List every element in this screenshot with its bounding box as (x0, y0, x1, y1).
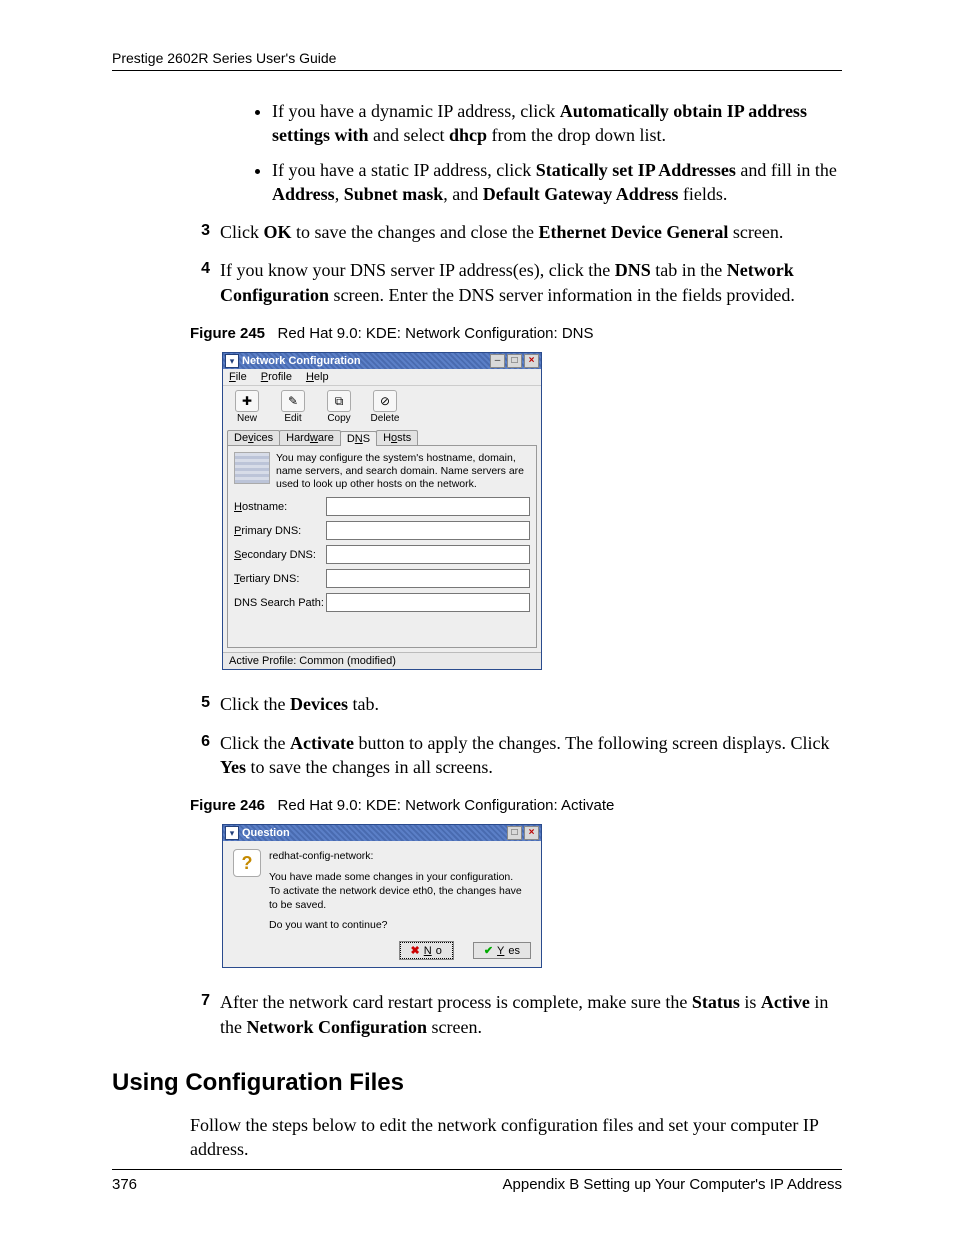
menu-profile[interactable]: Profile (261, 371, 292, 383)
minimize-button[interactable]: – (490, 354, 505, 368)
delete-icon: ⊘ (373, 390, 397, 412)
secondary-dns-input[interactable] (326, 545, 530, 564)
copy-icon: ⧉ (327, 390, 351, 412)
titlebar[interactable]: ▾ Question □ × (223, 825, 541, 841)
menu-help[interactable]: Help (306, 371, 329, 383)
step-7: 7 After the network card restart process… (190, 990, 842, 1039)
edit-button[interactable]: ✎Edit (275, 390, 311, 424)
step-6: 6 Click the Activate button to apply the… (190, 731, 842, 780)
primary-dns-label: Primary DNS: (234, 525, 326, 537)
search-path-input[interactable] (326, 593, 530, 612)
delete-button[interactable]: ⊘Delete (367, 390, 403, 424)
step-5: 5 Click the Devices tab. (190, 692, 842, 716)
window-title: Network Configuration (242, 355, 361, 367)
tab-content: You may configure the system's hostname,… (227, 445, 537, 648)
app-icon: ▾ (225, 354, 239, 368)
description-text: You may configure the system's hostname,… (276, 452, 530, 491)
edit-icon: ✎ (281, 390, 305, 412)
bullet-item: If you have a static IP address, click S… (272, 158, 842, 207)
question-dialog: ▾ Question □ × ? redhat-config-network: … (222, 824, 542, 968)
page-footer: 376 Appendix B Setting up Your Computer'… (112, 1169, 842, 1193)
copy-button[interactable]: ⧉Copy (321, 390, 357, 424)
hostname-input[interactable] (326, 497, 530, 516)
close-button[interactable]: × (524, 354, 539, 368)
app-icon: ▾ (225, 826, 239, 840)
footer-text: Appendix B Setting up Your Computer's IP… (503, 1176, 842, 1193)
bullet-list: If you have a dynamic IP address, click … (252, 99, 842, 206)
status-bar: Active Profile: Common (modified) (223, 652, 541, 669)
menu-bar: File Profile Help (223, 369, 541, 386)
step-4: 4 If you know your DNS server IP address… (190, 258, 842, 307)
section-heading: Using Configuration Files (112, 1069, 842, 1097)
yes-button[interactable]: ✔ Yes (473, 942, 531, 959)
secondary-dns-label: Secondary DNS: (234, 549, 326, 561)
tab-devices[interactable]: Devices (227, 430, 280, 445)
section-paragraph: Follow the steps below to edit the netwo… (190, 1113, 842, 1162)
new-icon: ✚ (235, 390, 259, 412)
menu-file[interactable]: File (229, 371, 247, 383)
new-button[interactable]: ✚New (229, 390, 265, 424)
close-button[interactable]: × (524, 826, 539, 840)
check-icon: ✔ (484, 944, 493, 957)
doc-header: Prestige 2602R Series User's Guide (112, 50, 842, 71)
primary-dns-input[interactable] (326, 521, 530, 540)
hostname-label: Hostname: (234, 501, 326, 513)
dialog-text: redhat-config-network: You have made som… (269, 849, 531, 932)
tertiary-dns-label: Tertiary DNS: (234, 573, 326, 585)
toolbar: ✚New ✎Edit ⧉Copy ⊘Delete (223, 386, 541, 426)
bullet-item: If you have a dynamic IP address, click … (272, 99, 842, 148)
no-button[interactable]: ✖ No (400, 942, 453, 959)
question-icon: ? (233, 849, 261, 877)
step-3: 3 Click OK to save the changes and close… (190, 220, 842, 244)
search-path-label: DNS Search Path: (234, 597, 326, 609)
figure-245-caption: Figure 245 Red Hat 9.0: KDE: Network Con… (190, 325, 842, 342)
maximize-button[interactable]: □ (507, 826, 522, 840)
tertiary-dns-input[interactable] (326, 569, 530, 588)
maximize-button[interactable]: □ (507, 354, 522, 368)
system-icon (234, 452, 270, 484)
tab-hardware[interactable]: Hardware (279, 430, 341, 445)
tabs: Devices Hardware DNS Hosts (223, 426, 541, 445)
tab-dns[interactable]: DNS (340, 431, 377, 446)
page-number: 376 (112, 1176, 137, 1193)
x-icon: ✖ (411, 944, 420, 957)
figure-246-caption: Figure 246 Red Hat 9.0: KDE: Network Con… (190, 797, 842, 814)
dialog-title: Question (242, 827, 290, 839)
titlebar[interactable]: ▾ Network Configuration – □ × (223, 353, 541, 369)
network-config-window: ▾ Network Configuration – □ × File Profi… (222, 352, 542, 670)
tab-hosts[interactable]: Hosts (376, 430, 418, 445)
